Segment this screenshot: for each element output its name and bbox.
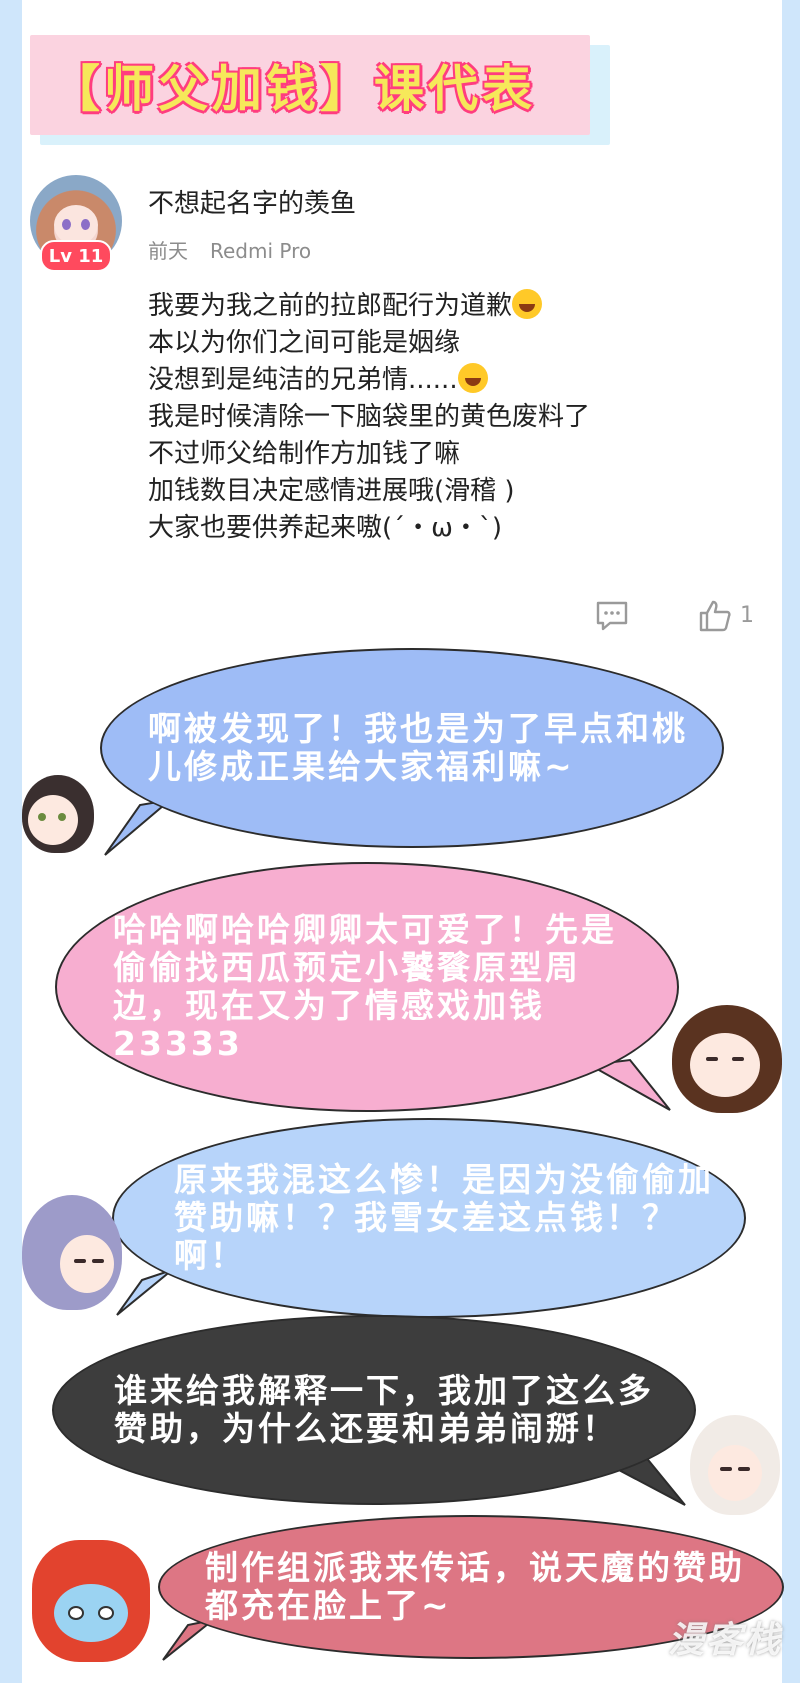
banner-title: 【师父加钱】课代表 (50, 60, 536, 118)
comment-line: 大家也要供养起来嗷(´・ω・`) (148, 513, 503, 543)
character-eye (720, 1467, 732, 1471)
comment-line-text: 我要为我之前的拉郎配行为道歉 (148, 291, 513, 321)
laughing-emoji-icon (457, 363, 488, 393)
avatar-face (54, 205, 98, 245)
right-border (782, 0, 800, 1683)
speech-bubble-blue: 啊被发现了！我也是为了早点和桃儿修成正果给大家福利嘛~ (100, 648, 724, 848)
character-eye (58, 813, 66, 821)
avatar-eye (81, 219, 90, 230)
character-eye (74, 1259, 86, 1263)
speech-bubble-light-blue: 原来我混这么惨！是因为没偷偷加赞助嘛！？我雪女差这点钱！？啊！ (112, 1118, 746, 1318)
character-eye (92, 1259, 104, 1263)
comment-line: 我是时候清除一下脑袋里的黄色废料了 (148, 402, 591, 432)
title-banner: 【师父加钱】课代表 (30, 35, 590, 135)
character-eye (706, 1057, 718, 1061)
character-eye (98, 1606, 114, 1620)
bubble-text: 谁来给我解释一下，我加了这么多赞助，为什么还要和弟弟闹掰！ (114, 1371, 654, 1448)
username[interactable]: 不想起名字的羡鱼 (148, 183, 356, 220)
character-face (690, 1033, 760, 1097)
character-lavender-hair (22, 1195, 122, 1310)
character-eye (68, 1606, 84, 1620)
comment-line: 没想到是纯洁的兄弟情...... (148, 362, 748, 399)
like-count: 1 (740, 603, 754, 628)
character-dark-hair (22, 775, 94, 853)
comment-body: 我要为我之前的拉郎配行为道歉 本以为你们之间可能是姻缘 没想到是纯洁的兄弟情..… (148, 288, 748, 547)
bubble-text: 啊被发现了！我也是为了早点和桃儿修成正果给大家福利嘛~ (148, 709, 688, 786)
thumbs-up-icon[interactable] (698, 598, 732, 634)
comment-line-text: 没想到是纯洁的兄弟情...... (148, 365, 458, 395)
avatar-eye (62, 219, 71, 230)
speech-bubble-pink: 哈哈啊哈哈卿卿太可爱了！先是偷偷找西瓜预定小饕餮原型周边，现在又为了情感戏加钱2… (55, 862, 679, 1112)
character-face (54, 1584, 128, 1642)
character-face (28, 795, 78, 845)
bubble-text: 哈哈啊哈哈卿卿太可爱了！先是偷偷找西瓜预定小饕餮原型周边，现在又为了情感戏加钱2… (113, 910, 617, 1063)
device-name: Redmi Pro (210, 239, 312, 263)
comment-line: 本以为你们之间可能是姻缘 (148, 328, 461, 358)
left-border (0, 0, 22, 1683)
character-eye (38, 813, 46, 821)
character-brown-hair (672, 1005, 782, 1113)
character-face (60, 1235, 114, 1293)
speech-bubble-dark: 谁来给我解释一下，我加了这么多赞助，为什么还要和弟弟闹掰！ (52, 1315, 696, 1505)
reply-icon[interactable] (595, 598, 629, 634)
comment-meta: 前天 Redmi Pro (148, 235, 311, 264)
comment-time: 前天 (148, 239, 188, 263)
bubble-text: 原来我混这么惨！是因为没偷偷加赞助嘛！？我雪女差这点钱！？啊！ (174, 1160, 714, 1275)
character-eye (732, 1057, 744, 1061)
laughing-emoji-icon (512, 289, 543, 319)
character-dragon (32, 1540, 150, 1662)
comment-line: 不过师父给制作方加钱了嘛 (148, 439, 461, 469)
watermark-logo: 漫客栈 (667, 1620, 782, 1661)
character-white-hair (690, 1415, 780, 1515)
level-badge: Lv 11 (40, 240, 112, 272)
character-face (708, 1445, 762, 1501)
comment-line: 加钱数目决定感情进展哦(滑稽 ) (148, 476, 515, 506)
comment-line: 我要为我之前的拉郎配行为道歉 (148, 288, 748, 325)
character-eye (738, 1467, 750, 1471)
